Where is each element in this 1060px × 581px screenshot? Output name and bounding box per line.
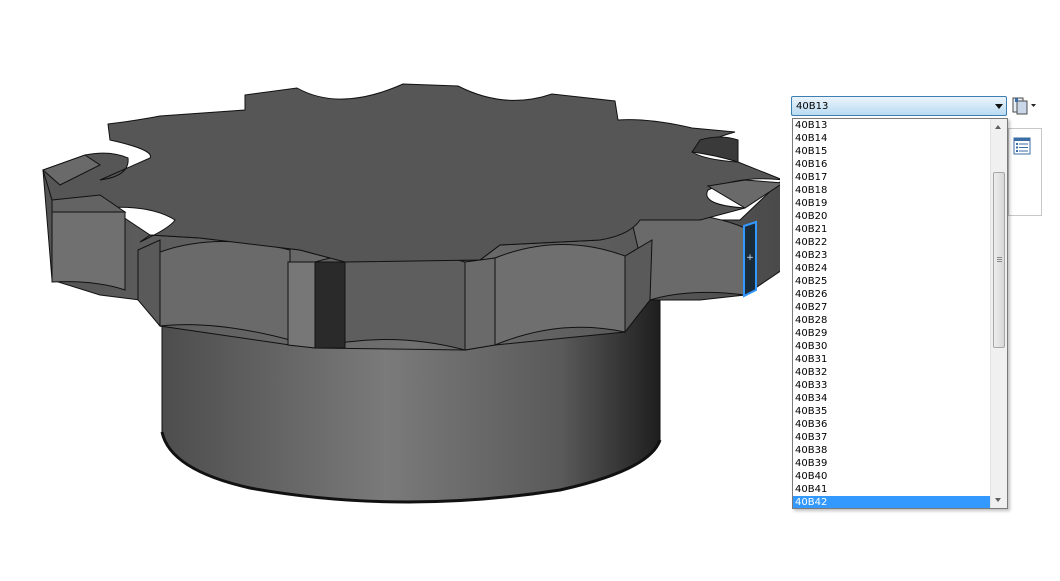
dropdown-option[interactable]: 40B34 bbox=[793, 392, 990, 405]
dropdown-option[interactable]: 40B29 bbox=[793, 327, 990, 340]
dropdown-option[interactable]: 40B20 bbox=[793, 210, 990, 223]
dropdown-option[interactable]: 40B37 bbox=[793, 431, 990, 444]
dropdown-option[interactable]: 40B31 bbox=[793, 353, 990, 366]
model-viewport[interactable]: + bbox=[0, 0, 780, 581]
dropdown-scrollbar[interactable] bbox=[990, 119, 1007, 508]
dropdown-option[interactable]: 40B22 bbox=[793, 236, 990, 249]
dropdown-option[interactable]: 40B21 bbox=[793, 223, 990, 236]
dropdown-option[interactable]: 40B42 bbox=[793, 496, 990, 508]
property-panel bbox=[1008, 128, 1042, 216]
dropdown-option[interactable]: 40B14 bbox=[793, 132, 990, 145]
dropdown-option[interactable]: 40B39 bbox=[793, 457, 990, 470]
dropdown-option[interactable]: 40B23 bbox=[793, 249, 990, 262]
configuration-options-button[interactable] bbox=[1010, 96, 1038, 116]
chevron-down-icon[interactable] bbox=[995, 104, 1003, 109]
dropdown-option[interactable]: 40B41 bbox=[793, 483, 990, 496]
dropdown-option[interactable]: 40B27 bbox=[793, 301, 990, 314]
dropdown-option[interactable]: 40B13 bbox=[793, 119, 990, 132]
configuration-icon bbox=[1012, 97, 1036, 115]
dropdown-option[interactable]: 40B18 bbox=[793, 184, 990, 197]
dropdown-option[interactable]: 40B36 bbox=[793, 418, 990, 431]
dropdown-option[interactable]: 40B32 bbox=[793, 366, 990, 379]
size-combobox[interactable]: 40B13 bbox=[791, 96, 1007, 116]
dropdown-option[interactable]: 40B16 bbox=[793, 158, 990, 171]
dropdown-option[interactable]: 40B17 bbox=[793, 171, 990, 184]
scrollbar-thumb[interactable] bbox=[993, 172, 1005, 348]
property-list-icon[interactable] bbox=[1013, 137, 1031, 159]
dropdown-option[interactable]: 40B19 bbox=[793, 197, 990, 210]
dropdown-option[interactable]: 40B35 bbox=[793, 405, 990, 418]
dropdown-option[interactable]: 40B33 bbox=[793, 379, 990, 392]
size-dropdown-list[interactable]: 40B13 40B14 40B15 40B16 40B17 40B18 40B19 40B20… bbox=[792, 118, 1008, 509]
combobox-value: 40B13 bbox=[796, 101, 829, 112]
dropdown-option[interactable]: 40B25 bbox=[793, 275, 990, 288]
dropdown-option[interactable]: 40B28 bbox=[793, 314, 990, 327]
svg-text:+: + bbox=[746, 253, 754, 263]
dropdown-option[interactable]: 40B15 bbox=[793, 145, 990, 158]
dropdown-option[interactable]: 40B26 bbox=[793, 288, 990, 301]
dropdown-option[interactable]: 40B30 bbox=[793, 340, 990, 353]
dropdown-option[interactable]: 40B24 bbox=[793, 262, 990, 275]
sprocket-model[interactable]: + bbox=[0, 0, 780, 581]
dropdown-option[interactable]: 40B40 bbox=[793, 470, 990, 483]
scroll-up-icon[interactable] bbox=[995, 125, 1001, 129]
dropdown-options: 40B13 40B14 40B15 40B16 40B17 40B18 40B19 40B20… bbox=[793, 119, 990, 508]
dropdown-option[interactable]: 40B38 bbox=[793, 444, 990, 457]
scroll-down-icon[interactable] bbox=[995, 498, 1001, 502]
grip-icon bbox=[997, 257, 1002, 258]
